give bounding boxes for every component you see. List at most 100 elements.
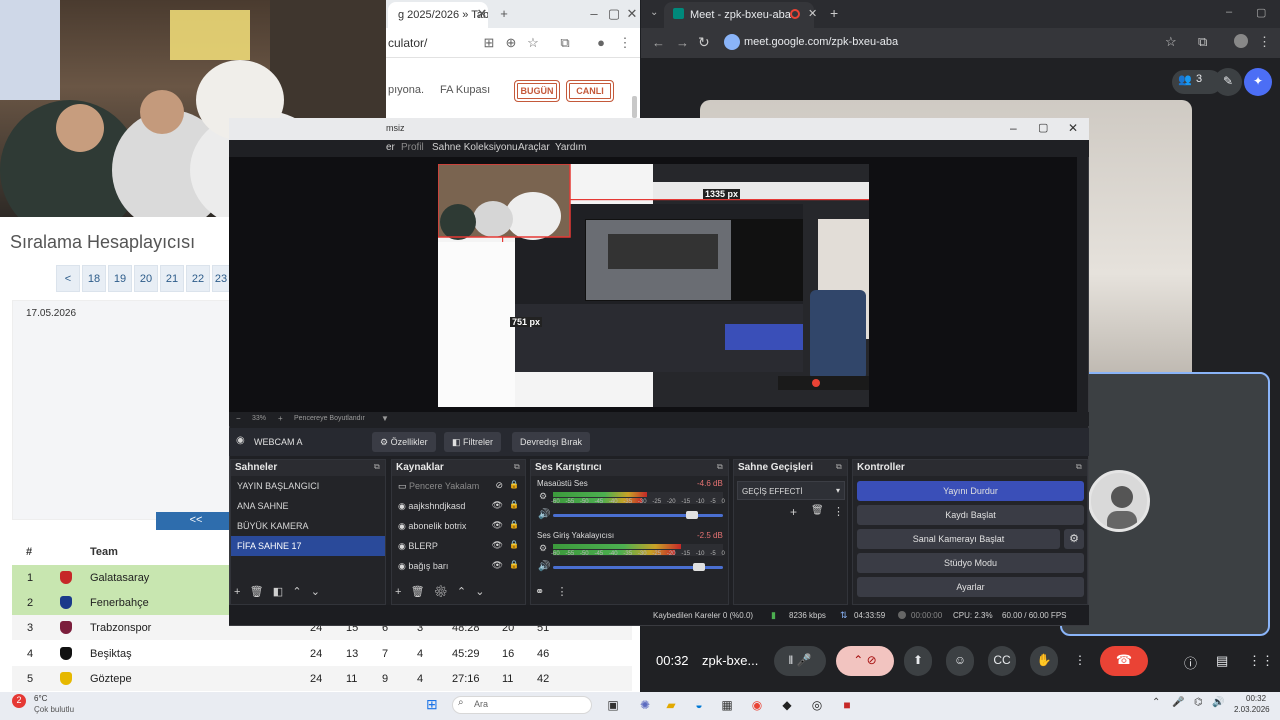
- clock-time[interactable]: 00:32: [1246, 694, 1266, 703]
- transition-select[interactable]: GEÇİŞ EFFECTİ ▾: [737, 481, 845, 500]
- windows-start-icon[interactable]: ⊞: [426, 696, 438, 713]
- add-icon[interactable]: +: [234, 586, 240, 598]
- tab-list-chevron-icon[interactable]: ⌄: [650, 7, 658, 18]
- zoom-icon[interactable]: ⊕: [502, 35, 520, 51]
- dock-float-icon[interactable]: ⧉: [374, 462, 380, 472]
- hang-up-button[interactable]: ☎: [1100, 646, 1148, 676]
- lock-icon[interactable]: 🔒: [509, 500, 519, 509]
- scene-item[interactable]: YAYIN BAŞLANGICI: [231, 476, 385, 496]
- trash-icon[interactable]: 🗑: [250, 586, 264, 598]
- gemini-icon[interactable]: ✦: [1244, 68, 1272, 96]
- gear-icon[interactable]: ⚙: [539, 491, 547, 502]
- move-down-icon[interactable]: ⌄: [475, 586, 484, 598]
- nav-item-fa-cup[interactable]: FA Kupası: [440, 84, 490, 96]
- volume-slider-handle[interactable]: [693, 563, 705, 571]
- move-down-icon[interactable]: ⌄: [311, 586, 320, 598]
- move-up-icon[interactable]: ⌃: [457, 586, 466, 598]
- captions-icon[interactable]: CC: [988, 646, 1016, 676]
- tray-chevron-icon[interactable]: ⌃: [1152, 697, 1160, 708]
- site-info-icon[interactable]: [724, 34, 740, 50]
- gear-icon[interactable]: ⚙: [434, 586, 448, 598]
- add-icon[interactable]: +: [395, 586, 401, 598]
- round-button[interactable]: 18: [82, 265, 106, 292]
- eye-icon[interactable]: 👁: [492, 540, 503, 551]
- zoom-in-icon[interactable]: +: [278, 414, 283, 423]
- eye-icon[interactable]: 👁: [492, 560, 503, 571]
- menu-item-profile[interactable]: Profil: [401, 142, 424, 153]
- maximize-icon[interactable]: ▢: [1038, 121, 1048, 134]
- menu-item-scene-collection[interactable]: Sahne Koleksiyonu: [432, 142, 518, 153]
- present-screen-icon[interactable]: ⬆: [904, 646, 932, 676]
- mic-tray-icon[interactable]: 🎤: [1172, 697, 1184, 708]
- preview-canvas[interactable]: [438, 164, 869, 407]
- add-icon[interactable]: +: [790, 505, 797, 519]
- start-recording-button[interactable]: Kaydı Başlat: [857, 505, 1084, 525]
- minimize-icon[interactable]: –: [1226, 6, 1232, 18]
- network-icon[interactable]: ⌬: [1194, 697, 1203, 708]
- stop-stream-button[interactable]: Yayını Durdur: [857, 481, 1084, 501]
- task-view-icon[interactable]: ▣: [602, 695, 624, 717]
- maximize-icon[interactable]: ▢: [604, 6, 624, 22]
- prev-round-button[interactable]: <: [56, 265, 80, 292]
- source-item[interactable]: ◉ BLERP 👁 🔒: [392, 536, 525, 556]
- dock-float-icon[interactable]: ⧉: [836, 462, 842, 472]
- raise-hand-icon[interactable]: ✋: [1030, 646, 1058, 676]
- source-item[interactable]: ▭ Pencere Yakalam ⊘ 🔒: [392, 476, 525, 496]
- chrome-icon[interactable]: ◉: [746, 695, 768, 717]
- eye-icon[interactable]: 👁: [492, 520, 503, 531]
- maximize-icon[interactable]: ▢: [1256, 6, 1266, 19]
- meet-address-bar[interactable]: meet.google.com/zpk-bxeu-aba: [744, 36, 898, 48]
- gear-icon[interactable]: ⚙: [1064, 529, 1084, 549]
- volume-icon[interactable]: 🔊: [1212, 697, 1224, 708]
- profile-icon[interactable]: ●: [592, 35, 610, 50]
- link-icon[interactable]: ⚭: [535, 586, 544, 598]
- lock-icon[interactable]: 🔒: [509, 540, 519, 549]
- filters-button[interactable]: ◧ Filtreler: [444, 432, 502, 452]
- chat-icon[interactable]: ▤: [1216, 653, 1228, 669]
- bookmark-star-icon[interactable]: ☆: [524, 35, 542, 51]
- copilot-icon[interactable]: ✺: [634, 695, 656, 717]
- more-options-icon[interactable]: ⋮: [556, 586, 567, 598]
- lock-icon[interactable]: 🔒: [509, 480, 519, 489]
- live-button[interactable]: CANLI: [566, 80, 614, 102]
- app-icon[interactable]: ■: [836, 695, 858, 717]
- minimize-icon[interactable]: –: [1010, 121, 1017, 135]
- back-icon[interactable]: ←: [652, 35, 665, 50]
- close-window-icon[interactable]: ✕: [1068, 121, 1078, 135]
- start-virtual-camera-button[interactable]: Sanal Kamerayı Başlat: [857, 529, 1060, 549]
- bookmark-star-icon[interactable]: ☆: [1165, 34, 1177, 50]
- dock-float-icon[interactable]: ⧉: [514, 462, 520, 472]
- search-box[interactable]: [452, 696, 592, 714]
- weather-temp[interactable]: 6°C: [34, 694, 47, 703]
- obs-icon[interactable]: ◎: [806, 695, 828, 717]
- move-up-icon[interactable]: ⌃: [292, 586, 301, 598]
- nav-item-league[interactable]: pıyona.: [388, 84, 424, 96]
- scene-item[interactable]: BÜYÜK KAMERA: [231, 516, 385, 536]
- source-item[interactable]: ◉ bağış barı 👁 🔒: [392, 556, 525, 576]
- source-item[interactable]: ◉ abonelik botrix 👁 🔒: [392, 516, 525, 536]
- activities-icon[interactable]: ⋮⋮: [1248, 653, 1274, 669]
- close-window-icon[interactable]: ✕: [622, 6, 642, 22]
- trash-icon[interactable]: 🗑: [411, 586, 425, 598]
- fit-dropdown-icon[interactable]: ▼: [381, 414, 389, 423]
- lock-icon[interactable]: 🔒: [509, 560, 519, 569]
- app-icon[interactable]: ◆: [776, 695, 798, 717]
- menu-item-scene[interactable]: er: [386, 142, 395, 153]
- new-tab-icon[interactable]: +: [494, 6, 514, 21]
- menu-item-tools[interactable]: Araçlar: [518, 142, 550, 153]
- studio-mode-button[interactable]: Stüdyo Modu: [857, 553, 1084, 573]
- hidden-eye-icon[interactable]: ⊘: [495, 480, 503, 491]
- menu-dots-icon[interactable]: ⋮: [1258, 34, 1271, 50]
- extensions-icon[interactable]: ⧉: [556, 35, 574, 51]
- store-icon[interactable]: ▦: [716, 695, 738, 717]
- scene-item[interactable]: FİFA SAHNE 17: [231, 536, 385, 556]
- zoom-out-icon[interactable]: −: [236, 414, 241, 423]
- clock-date[interactable]: 2.03.2026: [1234, 705, 1270, 714]
- address-bar[interactable]: culator/: [388, 36, 427, 50]
- eye-icon[interactable]: 👁: [492, 500, 503, 511]
- mic-button[interactable]: ‖ 🎤: [774, 646, 826, 676]
- info-icon[interactable]: ⓘ: [1184, 653, 1197, 672]
- new-tab-icon[interactable]: +: [830, 5, 838, 21]
- round-button[interactable]: 19: [108, 265, 132, 292]
- today-button[interactable]: BUGÜN: [514, 80, 560, 102]
